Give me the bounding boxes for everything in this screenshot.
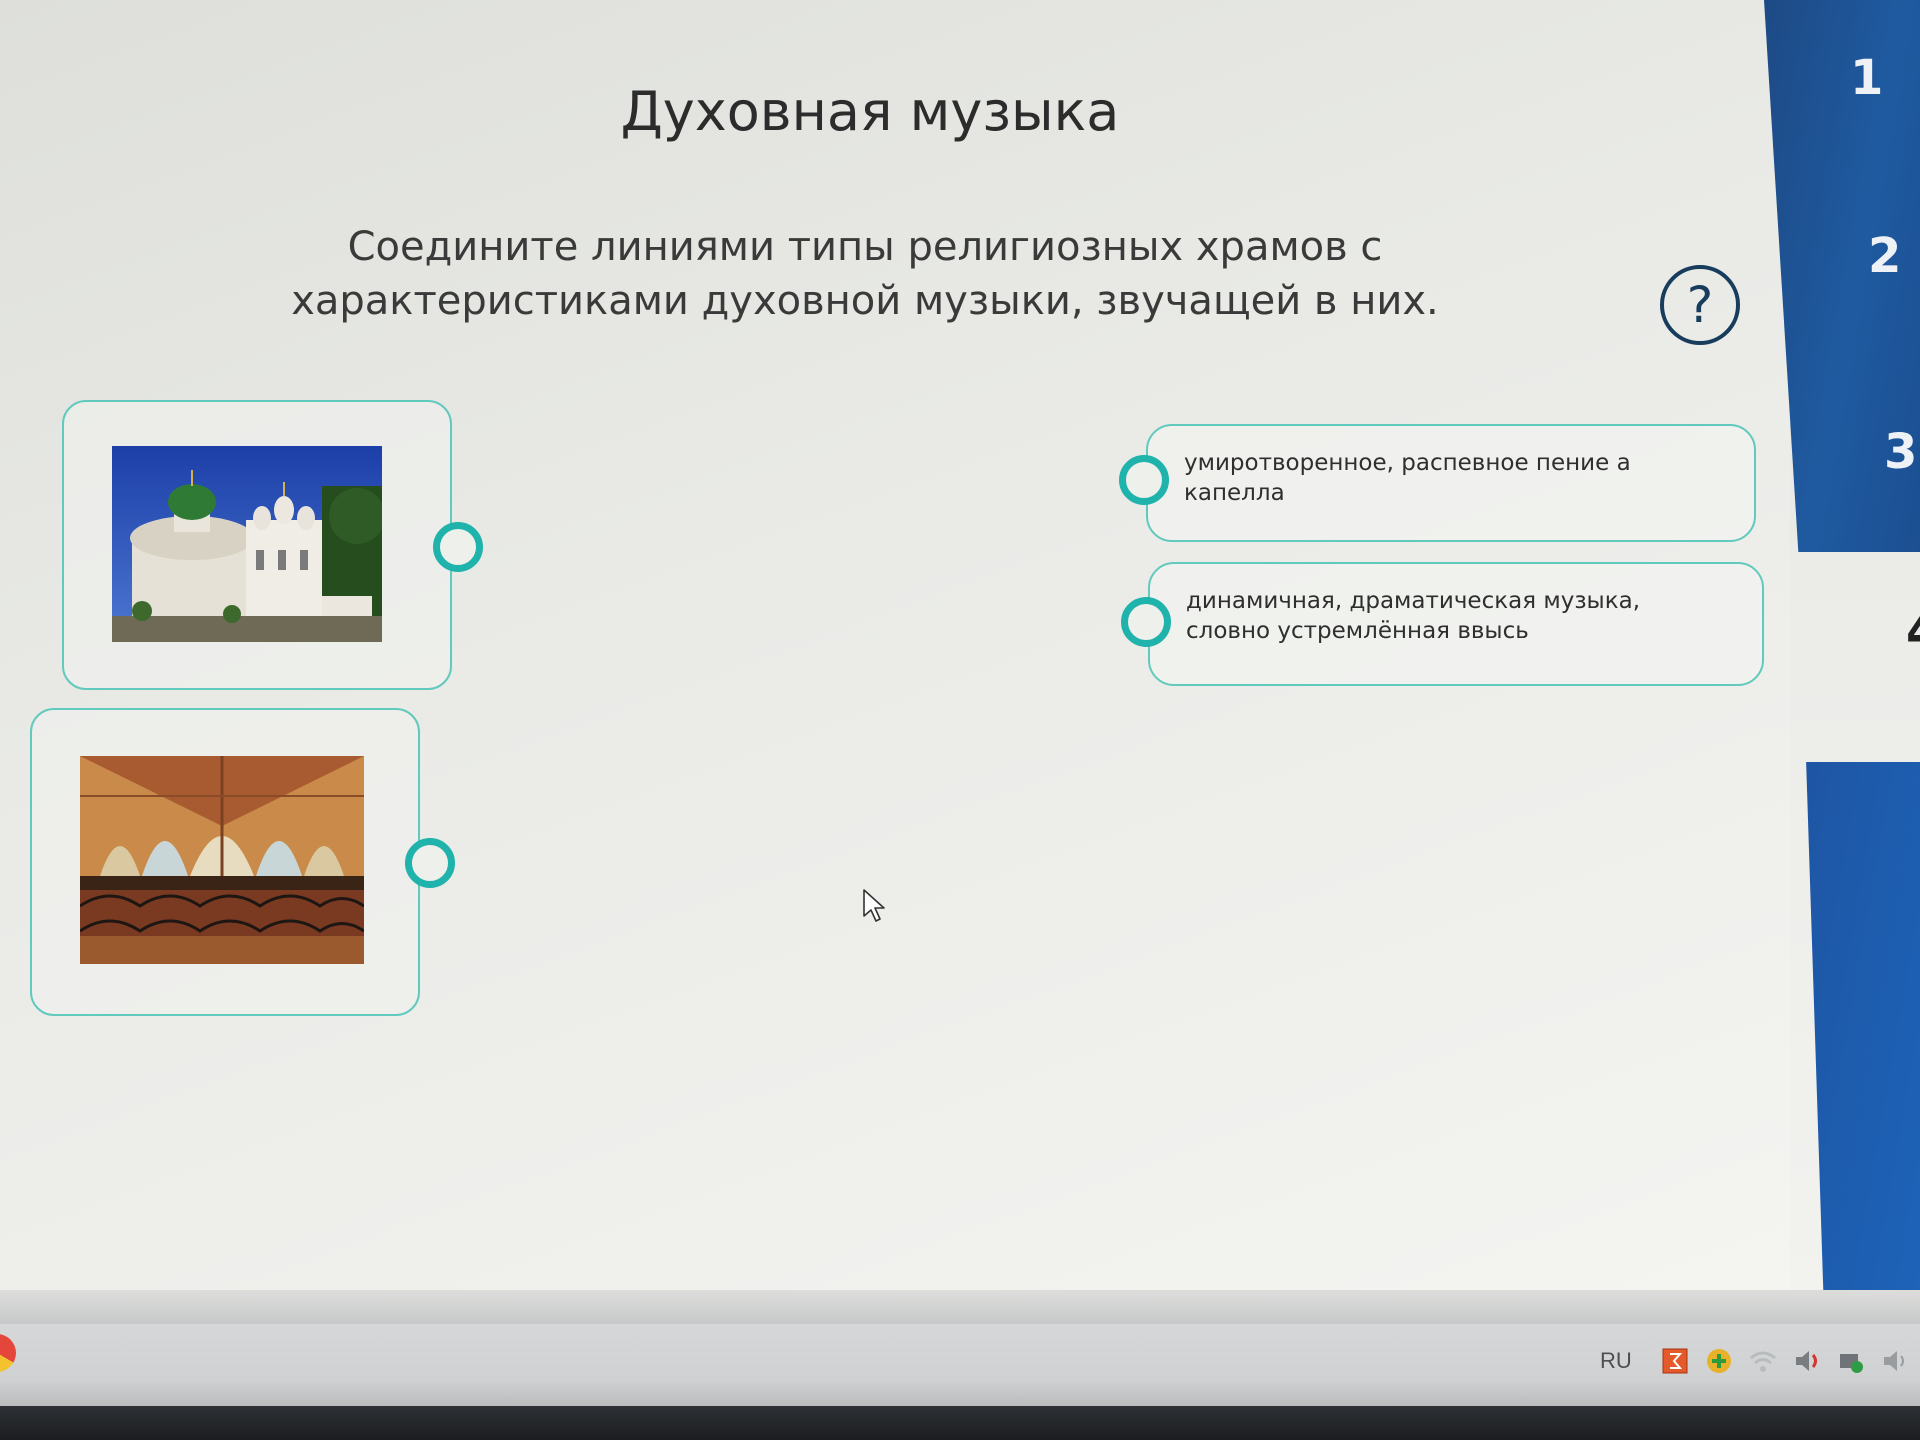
taskbar-top-strip <box>0 1290 1920 1324</box>
screen-bezel <box>0 1406 1920 1440</box>
network-icon[interactable] <box>1836 1346 1866 1376</box>
step-3[interactable]: 3 <box>1884 424 1917 480</box>
step-4[interactable]: 4 <box>1906 604 1920 664</box>
right-item-text: умиротворенное, распевное пение а капелл… <box>1184 450 1631 506</box>
nav-block-lower <box>1806 762 1920 1290</box>
taskbar: RU <box>0 1290 1920 1440</box>
left-item-orthodox-church[interactable] <box>62 400 483 690</box>
left-connector-1[interactable] <box>433 522 483 572</box>
help-button[interactable]: ? <box>1660 265 1740 345</box>
language-indicator[interactable]: RU <box>1600 1348 1632 1374</box>
screen: Духовная музыка Соедините линиями типы р… <box>0 0 1920 1440</box>
instruction-text: Соедините линиями типы религиозных храмо… <box>291 224 1439 324</box>
left-connector-2[interactable] <box>405 838 455 888</box>
browser-icon[interactable] <box>0 1334 16 1372</box>
gothic-cathedral-interior-image <box>80 756 364 964</box>
step-1[interactable]: 1 <box>1850 50 1883 106</box>
volume-icon[interactable] <box>1792 1346 1822 1376</box>
mouse-cursor-icon <box>863 889 885 922</box>
flag-icon[interactable] <box>1660 1346 1690 1376</box>
page-title: Духовная музыка <box>620 80 1120 143</box>
speaker-icon[interactable] <box>1880 1346 1910 1376</box>
right-item-dramatic-music[interactable]: динамичная, драматическая музыка, словно… <box>1121 562 1764 686</box>
right-connector-2[interactable] <box>1121 597 1171 647</box>
right-connector-1[interactable] <box>1119 455 1169 505</box>
right-item-a-cappella[interactable]: умиротворенное, распевное пение а капелл… <box>1119 424 1756 542</box>
orthodox-cathedral-image <box>112 446 382 642</box>
left-item-gothic-cathedral[interactable] <box>30 708 455 1016</box>
help-icon: ? <box>1686 276 1714 334</box>
step-2[interactable]: 2 <box>1868 228 1901 284</box>
wifi-icon[interactable] <box>1748 1346 1778 1376</box>
step-navigation: 1 2 3 4 <box>1764 0 1920 1290</box>
plus-badge-icon[interactable] <box>1704 1346 1734 1376</box>
right-item-text: динамичная, драматическая музыка, словно… <box>1186 588 1641 644</box>
exercise-panel: Духовная музыка Соедините линиями типы р… <box>0 0 1790 1290</box>
